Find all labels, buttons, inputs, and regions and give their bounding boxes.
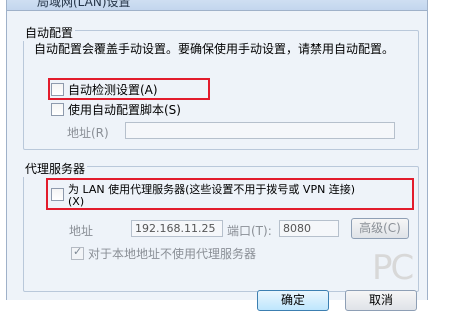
use-script-checkbox[interactable] bbox=[51, 103, 64, 116]
proxy-address-label: 地址 bbox=[69, 224, 94, 238]
cancel-button[interactable]: 取消 bbox=[345, 290, 417, 311]
auto-config-legend: 自动配置 bbox=[23, 24, 76, 41]
lan-settings-dialog: 局域网(LAN)设置 自动配置 自动配置会覆盖手动设置。要确保使用手动设置，请禁… bbox=[6, 0, 428, 311]
script-address-label: 地址(R) bbox=[67, 126, 109, 140]
advanced-button[interactable]: 高级(C) bbox=[351, 218, 409, 239]
use-script-label[interactable]: 使用自动配置脚本(S) bbox=[68, 101, 181, 118]
proxy-port-input[interactable]: 8080 bbox=[279, 220, 339, 237]
title-bar: 局域网(LAN)设置 bbox=[7, 0, 427, 11]
window-title: 局域网(LAN)设置 bbox=[37, 0, 131, 9]
proxy-address-input[interactable]: 192.168.11.25 bbox=[131, 220, 223, 237]
highlight-use-proxy bbox=[46, 178, 414, 210]
script-address-input[interactable] bbox=[125, 122, 395, 139]
highlight-auto-detect bbox=[48, 78, 210, 100]
proxy-legend: 代理服务器 bbox=[23, 160, 88, 177]
bypass-local-label[interactable]: 对于本地地址不使用代理服务器 bbox=[88, 245, 256, 262]
watermark: PC bbox=[372, 248, 414, 288]
auto-config-description: 自动配置会覆盖手动设置。要确保使用手动设置，请禁用自动配置。 bbox=[34, 42, 395, 56]
proxy-port-label: 端口(T): bbox=[227, 224, 272, 238]
bypass-local-checkbox[interactable] bbox=[71, 245, 84, 260]
ok-button[interactable]: 确定 bbox=[257, 290, 329, 311]
